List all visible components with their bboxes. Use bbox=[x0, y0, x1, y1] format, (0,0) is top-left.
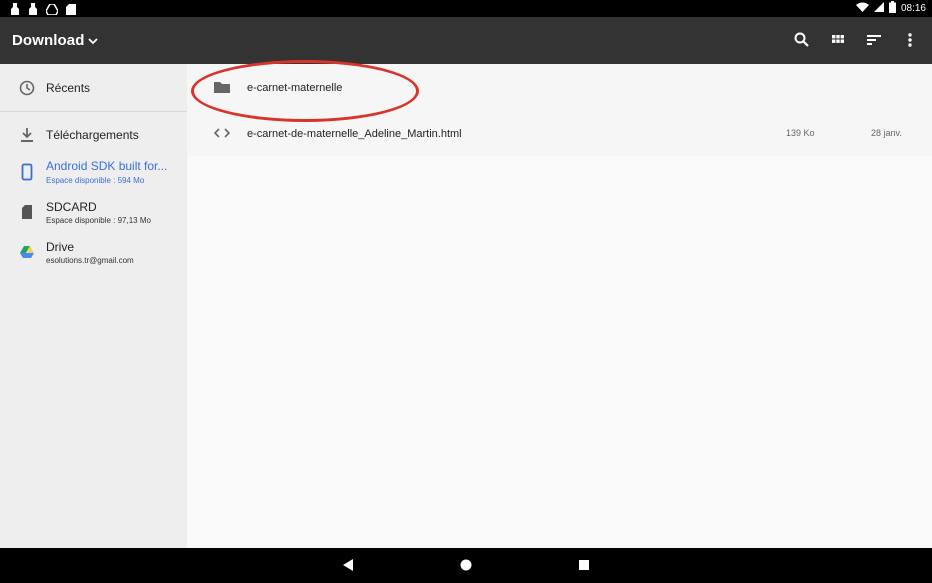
file-name: e-carnet-de-maternelle_Adeline_Martin.ht… bbox=[247, 128, 462, 140]
drive-icon bbox=[18, 244, 36, 262]
recents-button[interactable] bbox=[577, 558, 591, 572]
signal-icon bbox=[873, 2, 884, 15]
more-options-icon[interactable] bbox=[900, 30, 920, 50]
drawer-item-label: Drive bbox=[46, 240, 75, 254]
sort-icon[interactable] bbox=[864, 30, 884, 50]
phone-icon bbox=[18, 163, 36, 181]
sdcard-icon bbox=[18, 203, 36, 221]
file-list: e-carnet-maternelle e-carnet-de-maternel… bbox=[187, 64, 932, 156]
location-title[interactable]: Download bbox=[12, 32, 84, 49]
file-list-area: e-carnet-maternelle e-carnet-de-maternel… bbox=[187, 64, 932, 548]
navigation-drawer: Récents Téléchargements Android SDK buil… bbox=[0, 64, 187, 548]
search-icon[interactable] bbox=[792, 30, 812, 50]
drawer-item-downloads[interactable]: Téléchargements bbox=[0, 112, 187, 148]
battery-icon bbox=[888, 1, 896, 16]
clock-icon bbox=[18, 79, 36, 97]
status-bar: 08:16 bbox=[0, 0, 932, 17]
drawer-item-drive[interactable]: Drive esolutions.tr@gmail.com bbox=[0, 232, 187, 272]
drawer-item-label: Téléchargements bbox=[46, 128, 139, 142]
navigation-bar bbox=[0, 548, 932, 583]
drawer-item-label: SDCARD bbox=[46, 200, 97, 214]
file-name: e-carnet-maternelle bbox=[247, 82, 343, 94]
folder-icon bbox=[213, 78, 231, 96]
list-item-folder[interactable]: e-carnet-maternelle bbox=[187, 64, 932, 110]
download-icon bbox=[18, 126, 36, 144]
code-icon bbox=[213, 124, 231, 142]
drawer-item-label: Récents bbox=[46, 81, 91, 95]
file-date: 28 janv. bbox=[871, 128, 902, 138]
drawer-item-sub: Espace disponible : 594 Mo bbox=[46, 176, 145, 185]
drawer-item-sub: esolutions.tr@gmail.com bbox=[46, 256, 134, 265]
drawer-item-android-sdk[interactable]: Android SDK built for... Espace disponib… bbox=[0, 152, 187, 192]
home-button[interactable] bbox=[459, 558, 473, 572]
wifi-icon bbox=[855, 2, 869, 15]
chevron-down-icon[interactable] bbox=[87, 34, 99, 46]
drawer-item-recents[interactable]: Récents bbox=[0, 64, 187, 111]
back-button[interactable] bbox=[341, 558, 355, 572]
grid-view-icon[interactable] bbox=[828, 30, 848, 50]
file-size: 139 Ko bbox=[786, 128, 815, 138]
drawer-item-sub: Espace disponible : 97,13 Mo bbox=[46, 216, 151, 225]
app-toolbar: Download bbox=[0, 17, 932, 64]
drawer-item-label: Android SDK built for... bbox=[46, 159, 168, 173]
list-item-file[interactable]: e-carnet-de-maternelle_Adeline_Martin.ht… bbox=[187, 110, 932, 156]
clock-time: 08:16 bbox=[900, 3, 926, 14]
drawer-item-sdcard[interactable]: SDCARD Espace disponible : 97,13 Mo bbox=[0, 192, 187, 232]
